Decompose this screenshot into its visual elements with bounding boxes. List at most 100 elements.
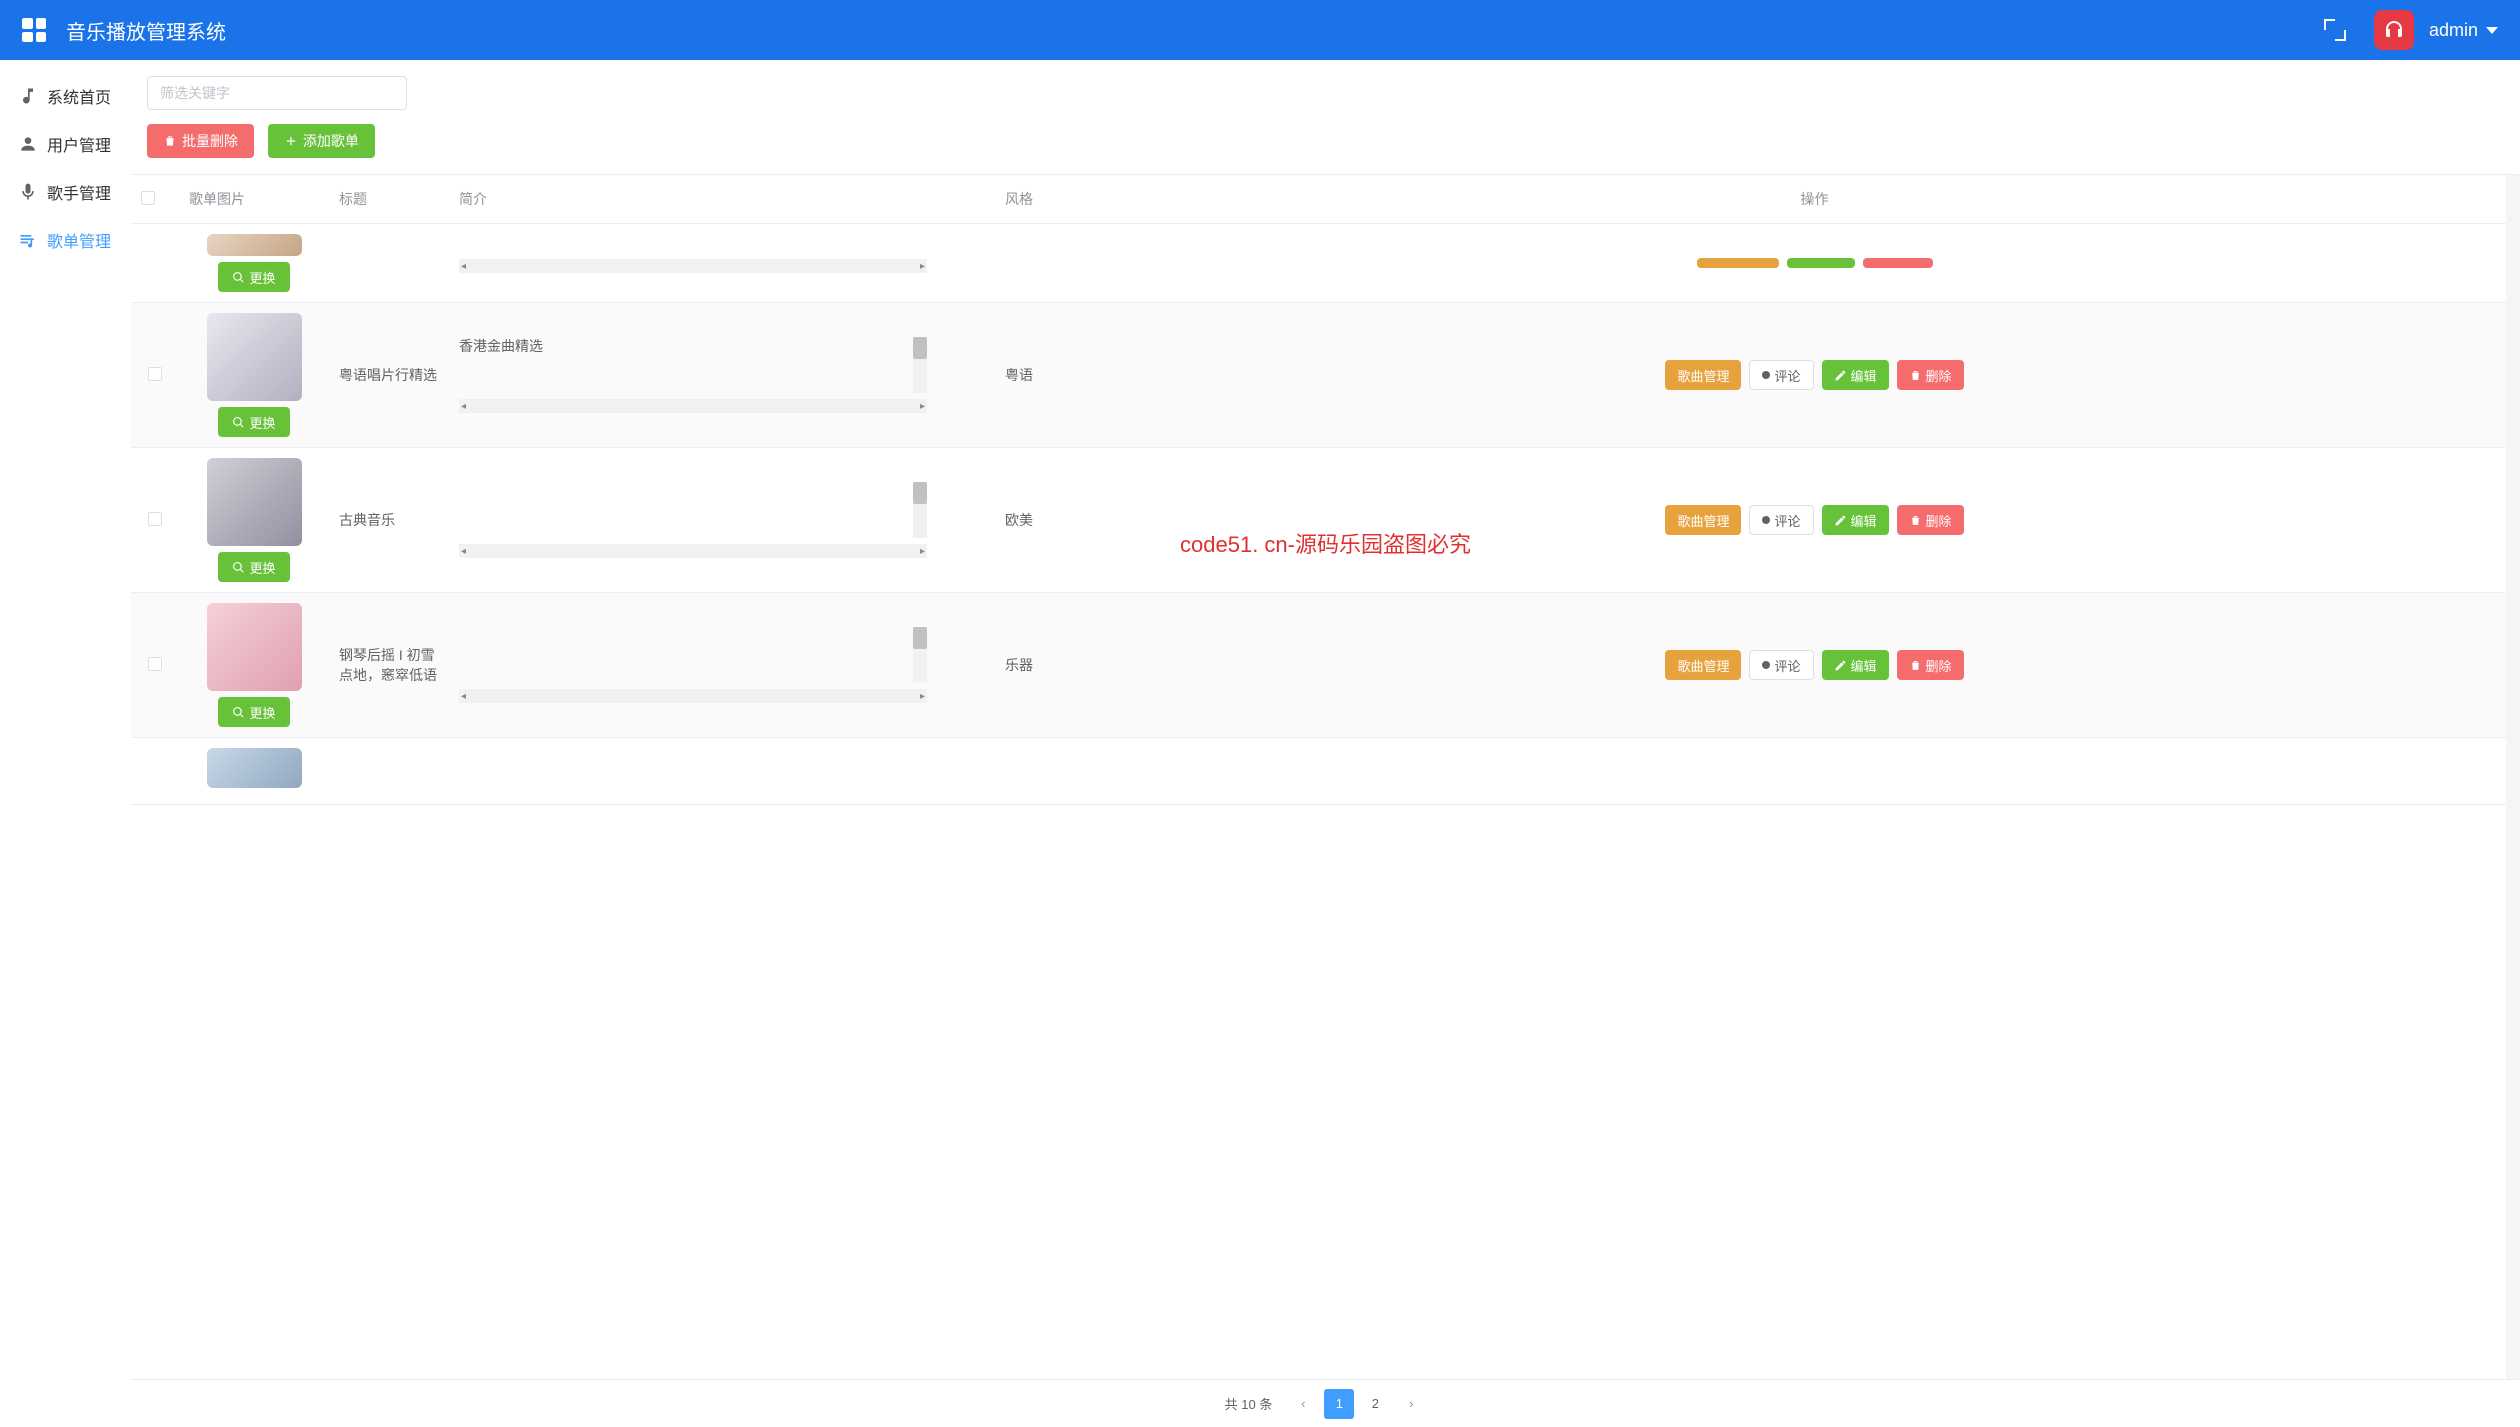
change-image-button[interactable]: 更换 — [218, 262, 290, 292]
table-container: code51. cn-源码乐园盗图必究 歌单图片 标题 简介 风格 操作 更换 — [131, 174, 2520, 1379]
avatar[interactable] — [2374, 10, 2414, 50]
col-header-title: 标题 — [329, 175, 449, 224]
delete-button[interactable]: 删除 — [1897, 360, 1964, 390]
pager-next[interactable]: › — [1396, 1389, 1426, 1419]
headphones-icon — [2382, 18, 2406, 42]
sidebar-item-label: 歌单管理 — [47, 228, 111, 252]
change-image-button[interactable]: 更换 — [218, 552, 290, 582]
song-manage-button[interactable]: 歌曲管理 — [1665, 650, 1741, 680]
playlist-title: 古典音乐 — [329, 448, 449, 593]
dot-icon — [1762, 516, 1770, 524]
username: admin — [2429, 20, 2478, 41]
pagination: 共 10 条 ‹ 12 › — [131, 1379, 2520, 1427]
sidebar-item-playlists[interactable]: 歌单管理 — [0, 216, 131, 264]
edit-button[interactable]: 编辑 — [1822, 505, 1889, 535]
change-image-button[interactable]: 更换 — [218, 407, 290, 437]
table-row: 更换 — [131, 224, 2520, 303]
row-checkbox[interactable] — [148, 367, 162, 381]
row-checkbox[interactable] — [148, 657, 162, 671]
op-stub — [1787, 258, 1855, 268]
sidebar: 系统首页 用户管理 歌手管理 歌单管理 — [0, 60, 131, 1427]
user-icon — [18, 134, 38, 154]
intro-v-scrollbar[interactable] — [913, 627, 927, 683]
add-playlist-button[interactable]: 添加歌单 — [268, 124, 375, 158]
pager-total: 共 10 条 — [1225, 1394, 1273, 1413]
sidebar-item-label: 歌手管理 — [47, 180, 111, 204]
song-manage-button[interactable]: 歌曲管理 — [1665, 360, 1741, 390]
edit-icon — [1834, 514, 1847, 527]
pager-prev[interactable]: ‹ — [1288, 1389, 1318, 1419]
user-menu[interactable]: admin — [2429, 20, 2498, 41]
edit-icon — [1834, 659, 1847, 672]
delete-button[interactable]: 删除 — [1897, 650, 1964, 680]
change-image-button[interactable]: 更换 — [218, 697, 290, 727]
col-header-img: 歌单图片 — [179, 175, 329, 224]
playlist-thumbnail — [207, 313, 302, 401]
playlist-title: 粤语唱片行精选 — [329, 303, 449, 448]
sidebar-item-home[interactable]: 系统首页 — [0, 72, 131, 120]
comment-button[interactable]: 评论 — [1749, 360, 1813, 390]
search-icon — [232, 416, 245, 429]
playlist-thumbnail — [207, 748, 302, 788]
chevron-down-icon — [2486, 27, 2498, 34]
intro-h-scrollbar[interactable] — [459, 544, 927, 558]
col-header-style: 风格 — [929, 175, 1109, 224]
trash-icon — [1909, 514, 1922, 527]
delete-button[interactable]: 删除 — [1897, 505, 1964, 535]
trash-icon — [163, 134, 177, 148]
main-content: 批量删除 添加歌单 code51. cn-源码乐园盗图必究 歌单图片 标题 简介… — [131, 60, 2520, 1427]
playlist-style: 欧美 — [929, 448, 1109, 593]
table-row: 更换 古典音乐 欧美 歌曲管理 评论 编辑 删除 — [131, 448, 2520, 593]
mic-icon — [18, 182, 38, 202]
playlist-style: 粤语 — [929, 303, 1109, 448]
intro-v-scrollbar[interactable] — [913, 482, 927, 538]
table-row: 更换 钢琴后摇 I 初雪点地，窸窣低语 乐器 歌曲管理 评论 编辑 删除 — [131, 593, 2520, 738]
intro-h-scrollbar[interactable] — [459, 689, 927, 703]
dot-icon — [1762, 371, 1770, 379]
col-header-ops: 操作 — [1109, 175, 2520, 224]
comment-button[interactable]: 评论 — [1749, 650, 1813, 680]
music-note-icon — [18, 86, 38, 106]
edit-button[interactable]: 编辑 — [1822, 650, 1889, 680]
intro-h-scrollbar[interactable] — [459, 259, 927, 273]
search-icon — [232, 561, 245, 574]
search-icon — [232, 706, 245, 719]
intro-v-scrollbar[interactable] — [913, 337, 927, 393]
sidebar-item-users[interactable]: 用户管理 — [0, 120, 131, 168]
intro-h-scrollbar[interactable] — [459, 399, 927, 413]
search-icon — [232, 271, 245, 284]
app-title: 音乐播放管理系统 — [66, 16, 226, 45]
select-all-checkbox[interactable] — [141, 191, 155, 205]
pager-page[interactable]: 2 — [1360, 1389, 1390, 1419]
sidebar-item-singers[interactable]: 歌手管理 — [0, 168, 131, 216]
vertical-scrollbar[interactable] — [2506, 175, 2520, 1379]
batch-delete-button[interactable]: 批量删除 — [147, 124, 254, 158]
op-stub — [1863, 258, 1933, 268]
fullscreen-icon[interactable] — [2324, 19, 2346, 41]
playlist-style: 乐器 — [929, 593, 1109, 738]
sidebar-item-label: 用户管理 — [47, 132, 111, 156]
apps-menu-icon[interactable] — [22, 18, 46, 42]
edit-button[interactable]: 编辑 — [1822, 360, 1889, 390]
sidebar-item-label: 系统首页 — [47, 84, 111, 108]
plus-icon — [284, 134, 298, 148]
table-row: 更换 粤语唱片行精选 香港金曲精选 粤语 歌曲管理 评论 编辑 删除 — [131, 303, 2520, 448]
trash-icon — [1909, 369, 1922, 382]
app-header: 音乐播放管理系统 admin — [0, 0, 2520, 60]
playlist-icon — [18, 230, 38, 250]
playlist-intro: 香港金曲精选 — [459, 337, 927, 393]
playlist-title: 钢琴后摇 I 初雪点地，窸窣低语 — [329, 593, 449, 738]
playlist-thumbnail — [207, 603, 302, 691]
playlist-intro — [459, 482, 927, 538]
row-checkbox[interactable] — [148, 512, 162, 526]
search-input[interactable] — [147, 76, 407, 110]
comment-button[interactable]: 评论 — [1749, 505, 1813, 535]
op-stub — [1697, 258, 1779, 268]
edit-icon — [1834, 369, 1847, 382]
trash-icon — [1909, 659, 1922, 672]
pager-page[interactable]: 1 — [1324, 1389, 1354, 1419]
playlist-intro — [459, 627, 927, 683]
playlist-thumbnail — [207, 234, 302, 256]
song-manage-button[interactable]: 歌曲管理 — [1665, 505, 1741, 535]
dot-icon — [1762, 661, 1770, 669]
